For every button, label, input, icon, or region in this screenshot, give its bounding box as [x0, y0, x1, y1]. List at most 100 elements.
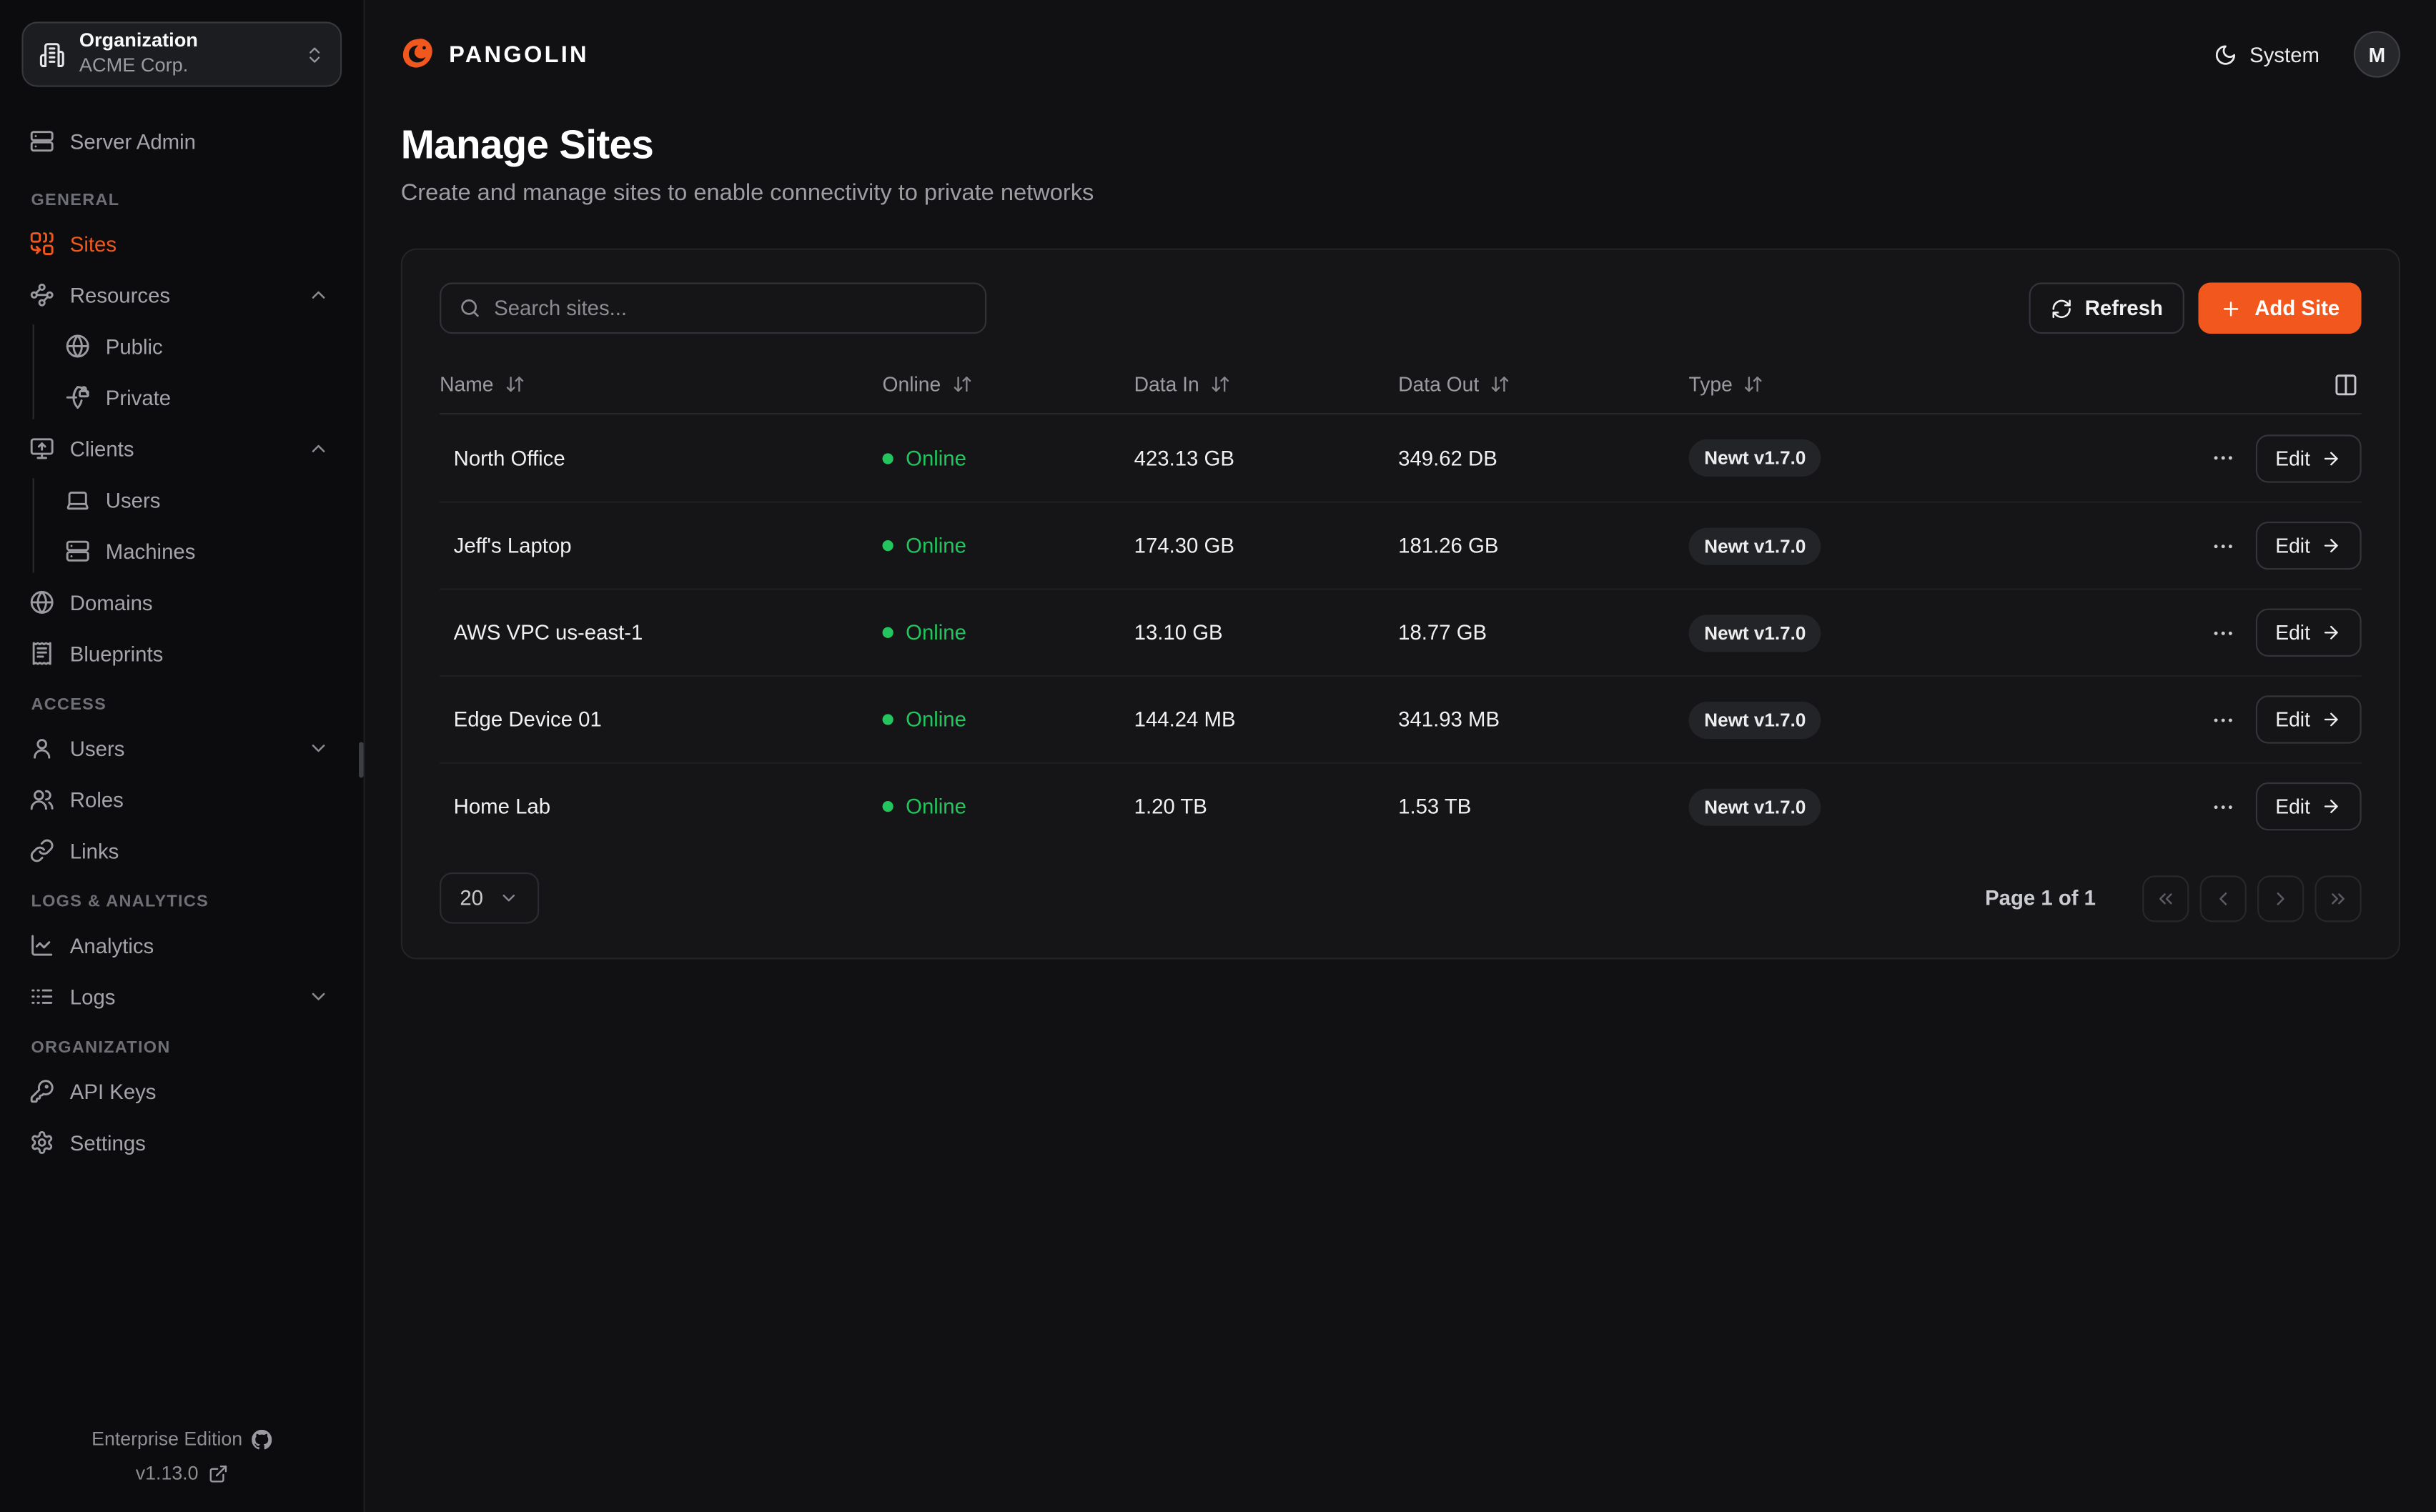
ellipsis-icon — [2210, 620, 2235, 645]
sidebar-item[interactable]: Clients — [21, 427, 342, 470]
sidebar-item[interactable]: API Keys — [21, 1070, 342, 1113]
org-selector-texts: Organization ACME Corp. — [79, 30, 291, 79]
arrow-right-icon — [2321, 796, 2341, 816]
sidebar-subgroup: Users Machines — [33, 478, 342, 573]
theme-toggle[interactable]: System — [2214, 43, 2319, 66]
columns-toggle-button[interactable] — [2334, 372, 2359, 397]
add-site-label: Add Site — [2254, 297, 2340, 320]
edit-label: Edit — [2275, 621, 2310, 645]
table-header-cell[interactable]: Data Out — [1398, 372, 1688, 396]
server-icon — [29, 129, 54, 154]
sidebar-item-label: Logs — [70, 985, 116, 1008]
chevron-icon — [307, 840, 329, 861]
page-size-select[interactable]: 20 — [440, 872, 539, 924]
edition-line[interactable]: Enterprise Edition — [21, 1428, 342, 1450]
sidebar-item[interactable]: Settings — [21, 1121, 342, 1165]
sidebar-item[interactable]: Blueprints — [21, 632, 342, 675]
site-name-cell: Home Lab — [440, 795, 882, 818]
edit-button[interactable]: Edit — [2255, 609, 2362, 657]
github-icon — [252, 1429, 272, 1449]
sidebar-subitem-label: Users — [106, 488, 161, 512]
row-menu-button[interactable] — [2210, 794, 2235, 819]
sidebar-item-label: Roles — [70, 788, 124, 812]
sidebar-footer: Enterprise Edition v1.13.0 — [21, 1416, 342, 1490]
row-actions-cell: Edit — [2179, 434, 2361, 482]
edit-label: Edit — [2275, 447, 2310, 470]
table-header-cell[interactable]: Type — [1689, 372, 2180, 396]
sidebar-item[interactable]: Logs — [21, 975, 342, 1018]
table-row: North Office Online 423.13 GB 349.62 DB … — [440, 414, 2362, 502]
external-link-icon — [208, 1463, 228, 1483]
row-menu-button[interactable] — [2210, 533, 2235, 558]
sidebar-subitem-icon — [65, 539, 90, 564]
table-row: Home Lab Online 1.20 TB 1.53 TB Newt v1.… — [440, 762, 2362, 850]
row-menu-button[interactable] — [2210, 707, 2235, 732]
page-subtitle: Create and manage sites to enable connec… — [401, 180, 2400, 207]
edit-button[interactable]: Edit — [2255, 522, 2362, 570]
sidebar-section: ORGANIZATION API Keys — [21, 1038, 342, 1164]
row-menu-button[interactable] — [2210, 620, 2235, 645]
add-site-button[interactable]: Add Site — [2199, 282, 2362, 334]
pagination-right: Page 1 of 1 — [1985, 875, 2362, 921]
sidebar-item[interactable]: Links — [21, 829, 342, 872]
pagination-nav-button[interactable] — [2314, 875, 2361, 921]
sidebar-scrollbar-thumb[interactable] — [359, 742, 364, 777]
online-status-dot — [883, 714, 893, 725]
sidebar-item[interactable]: Roles — [21, 777, 342, 821]
sidebar-item-server-admin[interactable]: Server Admin — [21, 119, 342, 163]
sidebar-subitem[interactable]: Private — [34, 376, 342, 419]
sidebar-item-label: Links — [70, 839, 119, 862]
avatar[interactable]: M — [2354, 31, 2400, 77]
sidebar-item-label: Domains — [70, 591, 153, 615]
row-actions-cell: Edit — [2179, 782, 2361, 830]
sidebar-item[interactable]: Domains — [21, 581, 342, 625]
sidebar-subitem[interactable]: Public — [34, 324, 342, 368]
pagination-nav-button[interactable] — [2200, 875, 2247, 921]
site-status-cell: Online — [883, 708, 1134, 732]
column-label: Online — [883, 372, 941, 396]
table-header-cell[interactable]: Data In — [1134, 372, 1398, 396]
pagination-nav-icon — [2155, 887, 2177, 909]
sidebar-item[interactable]: Resources — [21, 273, 342, 317]
chevron-down-icon — [499, 888, 519, 908]
sidebar-item-label: Sites — [70, 232, 117, 256]
row-actions-cell: Edit — [2179, 695, 2361, 743]
sidebar-item[interactable]: Users — [21, 727, 342, 770]
table-body: North Office Online 423.13 GB 349.62 DB … — [440, 414, 2362, 849]
pagination-nav-button[interactable] — [2142, 875, 2189, 921]
row-menu-button[interactable] — [2210, 446, 2235, 471]
org-selector[interactable]: Organization ACME Corp. — [21, 21, 342, 86]
online-status-label: Online — [906, 708, 966, 732]
table-header-cell[interactable]: Online — [883, 372, 1134, 396]
brand-name: PANGOLIN — [449, 41, 589, 68]
sidebar-item-icon — [29, 787, 54, 812]
chevron-icon — [307, 642, 329, 664]
sidebar-subitem[interactable]: Machines — [34, 529, 342, 573]
edit-button[interactable]: Edit — [2255, 695, 2362, 743]
edit-button[interactable]: Edit — [2255, 434, 2362, 482]
search-input[interactable] — [494, 297, 968, 320]
chevrons-up-down-icon — [304, 44, 325, 64]
page-size-value: 20 — [460, 886, 483, 910]
edit-button[interactable]: Edit — [2255, 782, 2362, 830]
sidebar-item-icon — [29, 1130, 54, 1155]
site-status-cell: Online — [883, 621, 1134, 645]
chevron-icon — [307, 986, 329, 1008]
table-header-cell[interactable]: Name — [440, 372, 882, 396]
sidebar-section-items: Analytics — [21, 924, 342, 1019]
sidebar-subitem[interactable]: Users — [34, 478, 342, 522]
sites-card: Refresh Add Site Name — [401, 249, 2400, 960]
plus-icon — [2220, 297, 2242, 319]
pagination-nav-button[interactable] — [2257, 875, 2304, 921]
sidebar-item[interactable]: Sites — [21, 222, 342, 266]
sidebar-item-icon — [29, 736, 54, 761]
sidebar-section-items: API Keys — [21, 1070, 342, 1165]
data-in-cell: 13.10 GB — [1134, 621, 1398, 645]
refresh-button[interactable]: Refresh — [2029, 282, 2184, 334]
site-name-cell: AWS VPC us-east-1 — [440, 621, 882, 645]
sidebar-item[interactable]: Analytics — [21, 924, 342, 968]
online-status-label: Online — [906, 447, 966, 470]
version-line[interactable]: v1.13.0 — [21, 1462, 342, 1483]
table-row: Edge Device 01 Online 144.24 MB 341.93 M… — [440, 675, 2362, 762]
data-out-cell: 18.77 GB — [1398, 621, 1688, 645]
